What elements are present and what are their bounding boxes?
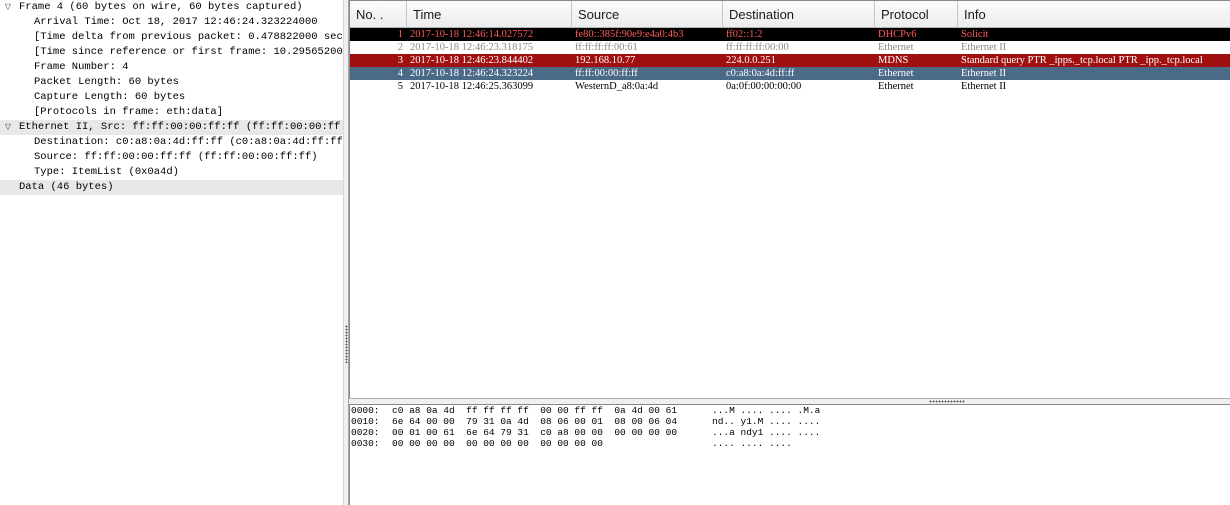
- tree-item-label: Arrival Time: Oct 18, 2017 12:46:24.3232…: [34, 16, 318, 28]
- packet-cell-no: 1: [397, 29, 403, 40]
- hex-row: 0010: 6e 64 00 00 79 31 0a 4d 08 06 00 01…: [350, 416, 1230, 427]
- tree-item[interactable]: Source: ff:ff:00:00:ff:ff (ff:ff:00:00:f…: [0, 150, 343, 165]
- packet-row[interactable]: 3 2017-10-18 12:46:23.844402 192.168.10.77…: [350, 54, 1230, 67]
- tree-item-label: Capture Length: 60 bytes: [34, 91, 186, 103]
- tree-item[interactable]: ▽ Frame 4 (60 bytes on wire, 60 bytes cap…: [0, 0, 343, 15]
- tree-item-label: Data (46 bytes): [19, 181, 114, 193]
- packet-cell-protocol: Ethernet: [878, 81, 914, 92]
- packet-cell-source: 192.168.10.77: [575, 55, 636, 66]
- tree-item-label: Destination: c0:a8:0a:4d:ff:ff (c0:a8:0a…: [34, 136, 343, 148]
- expand-toggle-icon[interactable]: ▽: [3, 120, 13, 135]
- packet-cell-info: Ethernet II: [961, 68, 1007, 79]
- packet-list-header: No. . Time Source Destination Protocol I…: [350, 1, 1230, 28]
- hex-row: 0020: 00 01 00 61 6e 64 79 31 c0 a8 00 00…: [350, 427, 1230, 438]
- packet-details-tree[interactable]: ▽ Frame 4 (60 bytes on wire, 60 bytes cap…: [0, 0, 343, 505]
- packet-cell-protocol: Ethernet: [878, 42, 914, 53]
- packet-cell-protocol: MDNS: [878, 55, 909, 66]
- packet-cell-destination: ff:ff:ff:ff:00:00: [726, 42, 789, 53]
- packet-cell-source: ff:ff:00:00:ff:ff: [575, 68, 638, 79]
- hex-bytes: 00 00 00 00 00 00 00 00 00 00 00 00: [392, 438, 603, 449]
- hex-row: 0000: c0 a8 0a 4d ff ff ff ff 00 00 ff ff…: [350, 405, 1230, 416]
- packet-cell-info: Solicit: [961, 29, 989, 40]
- expand-toggle-icon[interactable]: ▽: [3, 0, 13, 15]
- hex-offset: 0000:: [351, 405, 380, 416]
- tree-item-label: Type: ItemList (0x0a4d): [34, 166, 179, 178]
- packet-cell-info: Ethernet II: [961, 81, 1007, 92]
- hex-row: 0030: 00 00 00 00 00 00 00 00 00 00 00 00…: [350, 438, 1230, 449]
- tree-item-label: Source: ff:ff:00:00:ff:ff (ff:ff:00:00:f…: [34, 151, 318, 163]
- tree-item[interactable]: [Time since reference or first frame: 10…: [0, 45, 343, 60]
- hex-bytes: 6e 64 00 00 79 31 0a 4d 08 06 00 01 08 0…: [392, 416, 678, 427]
- tree-item-label: Ethernet II, Src: ff:ff:00:00:ff:ff (ff:…: [19, 121, 343, 133]
- tree-item[interactable]: Type: ItemList (0x0a4d): [0, 165, 343, 180]
- hex-ascii: .... .... ....: [712, 438, 792, 449]
- packet-bytes-pane[interactable]: 0000: c0 a8 0a 4d ff ff ff ff 00 00 ff ff…: [349, 405, 1230, 505]
- column-header-protocol[interactable]: Protocol: [875, 1, 958, 28]
- packet-cell-destination: ff02::1:2: [726, 29, 763, 40]
- tree-item-label: Frame Number: 4: [34, 61, 129, 73]
- tree-item-label: [Time since reference or first frame: 10…: [34, 46, 343, 58]
- hex-ascii: ...M .... .... .M.a: [712, 405, 821, 416]
- packet-cell-destination: 0a:0f:00:00:00:00: [726, 81, 802, 92]
- hex-ascii: nd.. y1.M .... ....: [712, 416, 821, 427]
- packet-cell-protocol: DHCPv6: [878, 29, 917, 40]
- column-header-time[interactable]: Time: [407, 1, 572, 28]
- hex-bytes: 00 01 00 61 6e 64 79 31 c0 a8 00 00 00 0…: [392, 427, 678, 438]
- splitter-grip-icon: [929, 400, 965, 403]
- packet-row[interactable]: 4 2017-10-18 12:46:24.323224 ff:ff:00:00:f…: [350, 67, 1230, 80]
- packet-cell-destination: 224.0.0.251: [726, 55, 776, 66]
- packet-row[interactable]: 1 2017-10-18 12:46:14.027572 fe80::385f:90…: [350, 28, 1230, 41]
- tree-item[interactable]: Packet Length: 60 bytes: [0, 75, 343, 90]
- hex-offset: 0010:: [351, 416, 380, 427]
- tree-item[interactable]: Destination: c0:a8:0a:4d:ff:ff (c0:a8:0a…: [0, 135, 343, 150]
- packet-cell-time: 2017-10-18 12:46:14.027572: [410, 29, 534, 40]
- packet-cell-no: 3: [397, 55, 403, 66]
- tree-item-label: [Time delta from previous packet: 0.4788…: [34, 31, 343, 43]
- packet-cell-info: Standard query PTR _ipps._tcp.local PTR …: [961, 55, 1203, 66]
- hex-bytes: c0 a8 0a 4d ff ff ff ff 00 00 ff ff 0a 4…: [392, 405, 678, 416]
- tree-item[interactable]: ▽ Ethernet II, Src: ff:ff:00:00:ff:ff (ff…: [0, 120, 343, 135]
- horizontal-splitter[interactable]: [349, 398, 1230, 405]
- packet-cell-time: 2017-10-18 12:46:24.323224: [410, 68, 534, 79]
- hex-offset: 0020:: [351, 427, 380, 438]
- tree-item[interactable]: Data (46 bytes): [0, 180, 343, 195]
- column-header-destination[interactable]: Destination: [723, 1, 875, 28]
- packet-list[interactable]: No. . Time Source Destination Protocol I…: [349, 0, 1230, 398]
- tree-item-label: Packet Length: 60 bytes: [34, 76, 179, 88]
- packet-cell-info: Ethernet II: [961, 42, 1007, 53]
- packet-cell-time: 2017-10-18 12:46:23.318175: [410, 42, 534, 53]
- tree-item-label: Frame 4 (60 bytes on wire, 60 bytes capt…: [19, 1, 303, 13]
- packet-row[interactable]: 5 2017-10-18 12:46:25.363099 WesternD_a8:0…: [350, 80, 1230, 93]
- column-header-info[interactable]: Info: [958, 1, 1230, 28]
- packet-cell-source: WesternD_a8:0a:4d: [575, 81, 659, 92]
- tree-item-label: [Protocols in frame: eth:data]: [34, 106, 224, 118]
- packet-cell-source: fe80::385f:90e9:e4a0:4b3: [575, 29, 684, 40]
- packet-cell-no: 5: [397, 81, 403, 92]
- tree-item[interactable]: Capture Length: 60 bytes: [0, 90, 343, 105]
- packet-list-rows: 1 2017-10-18 12:46:14.027572 fe80::385f:90…: [350, 28, 1230, 93]
- tree-item[interactable]: Arrival Time: Oct 18, 2017 12:46:24.3232…: [0, 15, 343, 30]
- hex-offset: 0030:: [351, 438, 380, 449]
- packet-cell-source: ff:ff:ff:ff:00:61: [575, 42, 638, 53]
- packet-row[interactable]: 2 2017-10-18 12:46:23.318175 ff:ff:ff:ff:0…: [350, 41, 1230, 54]
- packet-cell-time: 2017-10-18 12:46:25.363099: [410, 81, 534, 92]
- tree-item[interactable]: [Time delta from previous packet: 0.4788…: [0, 30, 343, 45]
- packet-cell-protocol: Ethernet: [878, 68, 914, 79]
- packet-cell-time: 2017-10-18 12:46:23.844402: [410, 55, 534, 66]
- tree-item[interactable]: [Protocols in frame: eth:data]: [0, 105, 343, 120]
- packet-cell-destination: c0:a8:0a:4d:ff:ff: [726, 68, 795, 79]
- column-header-source[interactable]: Source: [572, 1, 723, 28]
- packet-cell-no: 4: [397, 68, 403, 79]
- hex-ascii: ...a ndy1 .... ....: [712, 427, 821, 438]
- splitter-grip-icon: [345, 325, 348, 363]
- tree-item[interactable]: Frame Number: 4: [0, 60, 343, 75]
- packet-cell-no: 2: [397, 42, 403, 53]
- column-header-no[interactable]: No. .: [350, 1, 407, 28]
